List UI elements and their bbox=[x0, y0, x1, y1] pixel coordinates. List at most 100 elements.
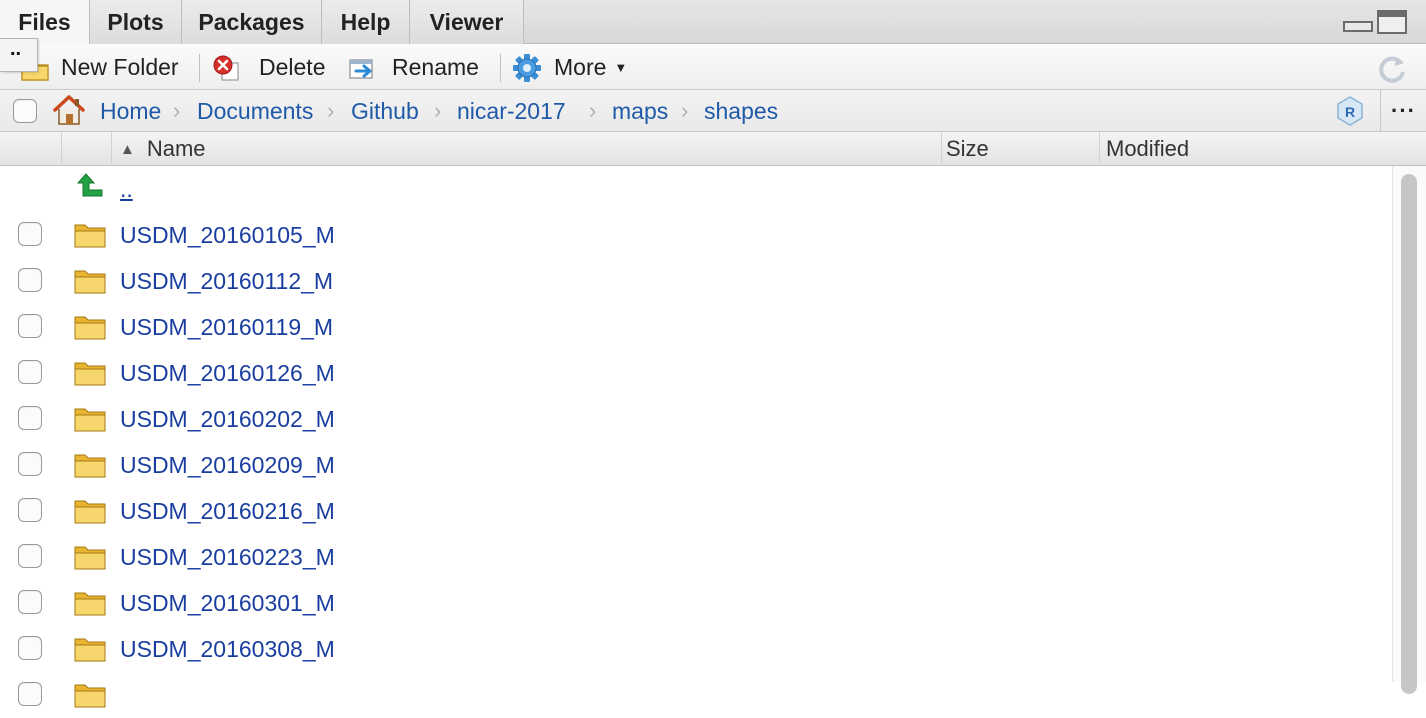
column-name-header[interactable]: ▲ Name bbox=[112, 132, 942, 166]
breadcrumb-home[interactable]: Home bbox=[100, 90, 161, 132]
breadcrumb-nicar-2017[interactable]: nicar-2017 bbox=[457, 90, 566, 132]
row-checkbox[interactable] bbox=[18, 314, 42, 338]
breadcrumb-github[interactable]: Github bbox=[351, 90, 419, 132]
rename-icon bbox=[349, 59, 373, 79]
list-item[interactable]: USDM_20160202_M bbox=[0, 396, 1390, 442]
rename-button[interactable]: Rename bbox=[392, 44, 479, 90]
parent-directory-link[interactable]: .. bbox=[120, 166, 133, 212]
toolbar-divider bbox=[199, 54, 200, 82]
scrollbar-thumb[interactable] bbox=[1401, 174, 1417, 694]
row-checkbox[interactable] bbox=[18, 636, 42, 660]
gear-icon bbox=[513, 54, 541, 82]
list-item[interactable]: USDM_20160301_M bbox=[0, 580, 1390, 626]
row-checkbox[interactable] bbox=[18, 498, 42, 522]
file-name: USDM_20160308_M bbox=[120, 635, 335, 662]
file-name: USDM_20160209_M bbox=[120, 451, 335, 478]
breadcrumb-separator-icon: › bbox=[173, 98, 181, 123]
home-icon[interactable] bbox=[52, 94, 86, 126]
folder-icon bbox=[74, 500, 106, 524]
file-name: USDM_20160223_M bbox=[120, 543, 335, 570]
row-checkbox[interactable] bbox=[18, 268, 42, 292]
vertical-scrollbar[interactable] bbox=[1392, 166, 1426, 694]
parent-directory-row[interactable]: .. bbox=[0, 166, 1390, 212]
file-name-link[interactable]: USDM_20160112_M bbox=[120, 258, 333, 304]
rename-label: Rename bbox=[392, 53, 479, 80]
tab-help[interactable]: Help bbox=[322, 0, 410, 44]
breadcrumb-label: Github bbox=[351, 97, 419, 124]
folder-icon bbox=[74, 408, 106, 432]
breadcrumb-separator-icon: › bbox=[327, 98, 335, 123]
delete-button[interactable]: Delete bbox=[259, 44, 325, 90]
row-checkbox[interactable] bbox=[18, 360, 42, 384]
row-checkbox[interactable] bbox=[18, 544, 42, 568]
new-folder-button[interactable]: New Folder bbox=[61, 44, 179, 90]
parent-directory-label: .. bbox=[120, 175, 133, 202]
sort-ascending-icon: ▲ bbox=[120, 140, 135, 158]
list-item[interactable]: USDM_20160126_M bbox=[0, 350, 1390, 396]
file-name-link[interactable]: USDM_20160216_M bbox=[120, 488, 335, 534]
list-item[interactable]: USDM_20160308_M bbox=[0, 626, 1390, 672]
maximize-pane-button[interactable] bbox=[1377, 10, 1407, 34]
toolbar-divider bbox=[500, 54, 501, 82]
column-modified-header[interactable]: Modified bbox=[1100, 132, 1426, 166]
file-name-link[interactable]: USDM_20160308_M bbox=[120, 626, 335, 672]
row-checkbox[interactable] bbox=[18, 590, 42, 614]
file-name: USDM_20160216_M bbox=[120, 497, 335, 524]
breadcrumb-label: Documents bbox=[197, 97, 314, 124]
file-name-link[interactable]: USDM_20160223_M bbox=[120, 534, 335, 580]
column-size-header[interactable]: Size bbox=[942, 132, 1100, 166]
list-item[interactable]: USDM_20160105_M bbox=[0, 212, 1390, 258]
breadcrumb-label: maps bbox=[612, 97, 669, 124]
file-name-link[interactable]: USDM_20160209_M bbox=[120, 442, 335, 488]
column-name-label: Name bbox=[146, 136, 206, 161]
file-name: USDM_20160202_M bbox=[120, 405, 335, 432]
select-all-checkbox[interactable] bbox=[13, 99, 37, 123]
list-item[interactable]: USDM_20160119_M bbox=[0, 304, 1390, 350]
tab-packages-label: Packages bbox=[198, 8, 305, 35]
file-name-link[interactable]: USDM_20160202_M bbox=[120, 396, 335, 442]
pane-tabbar: Files Plots Packages Help Viewer bbox=[0, 0, 1426, 45]
more-options-button[interactable]: ··· bbox=[1380, 90, 1426, 132]
breadcrumb-label: Home bbox=[100, 97, 162, 124]
breadcrumb-shapes[interactable]: shapes bbox=[704, 90, 778, 132]
column-modified-label: Modified bbox=[1106, 136, 1190, 161]
chevron-down-icon: ▼ bbox=[614, 59, 628, 75]
breadcrumb: Home › Documents › Github › nicar-2017 ›… bbox=[0, 90, 1426, 132]
more-button[interactable]: More ▼ bbox=[554, 44, 627, 90]
list-item[interactable]: USDM_20160223_M bbox=[0, 534, 1390, 580]
breadcrumb-maps[interactable]: maps bbox=[612, 90, 668, 132]
breadcrumb-documents[interactable]: Documents bbox=[197, 90, 313, 132]
row-checkbox[interactable] bbox=[18, 682, 42, 706]
breadcrumb-separator-icon: › bbox=[681, 98, 689, 123]
file-name-link[interactable]: USDM_20160301_M bbox=[120, 580, 335, 626]
file-list: .. USDM_20160105_M USDM_20160112_M USDM_… bbox=[0, 166, 1390, 708]
minimize-pane-button[interactable] bbox=[1342, 10, 1373, 34]
delete-icon bbox=[213, 55, 239, 81]
tab-plots-label: Plots bbox=[107, 8, 164, 35]
tab-plots[interactable]: Plots bbox=[90, 0, 182, 44]
breadcrumb-label: shapes bbox=[704, 97, 779, 124]
more-options-label: ··· bbox=[1391, 98, 1416, 123]
tab-packages[interactable]: Packages bbox=[182, 0, 322, 44]
row-checkbox[interactable] bbox=[18, 406, 42, 430]
breadcrumb-separator-icon: › bbox=[434, 98, 442, 123]
list-item[interactable]: USDM_20160112_M bbox=[0, 258, 1390, 304]
row-checkbox[interactable] bbox=[18, 222, 42, 246]
file-name: USDM_20160301_M bbox=[120, 589, 335, 616]
column-checkbox bbox=[0, 132, 62, 166]
folder-icon bbox=[74, 592, 106, 616]
row-checkbox[interactable] bbox=[18, 452, 42, 476]
tab-viewer[interactable]: Viewer bbox=[410, 0, 524, 44]
r-project-icon[interactable]: R bbox=[1334, 95, 1366, 127]
folder-icon bbox=[74, 316, 106, 340]
folder-icon bbox=[74, 546, 106, 570]
tab-viewer-label: Viewer bbox=[429, 8, 504, 35]
refresh-icon[interactable] bbox=[1376, 53, 1408, 83]
list-item[interactable] bbox=[0, 672, 1390, 718]
list-item[interactable]: USDM_20160209_M bbox=[0, 442, 1390, 488]
list-item[interactable]: USDM_20160216_M bbox=[0, 488, 1390, 534]
file-name-link[interactable]: USDM_20160105_M bbox=[120, 212, 335, 258]
file-name: USDM_20160119_M bbox=[120, 313, 334, 340]
file-name-link[interactable]: USDM_20160119_M bbox=[120, 304, 333, 350]
file-name-link[interactable]: USDM_20160126_M bbox=[120, 350, 335, 396]
